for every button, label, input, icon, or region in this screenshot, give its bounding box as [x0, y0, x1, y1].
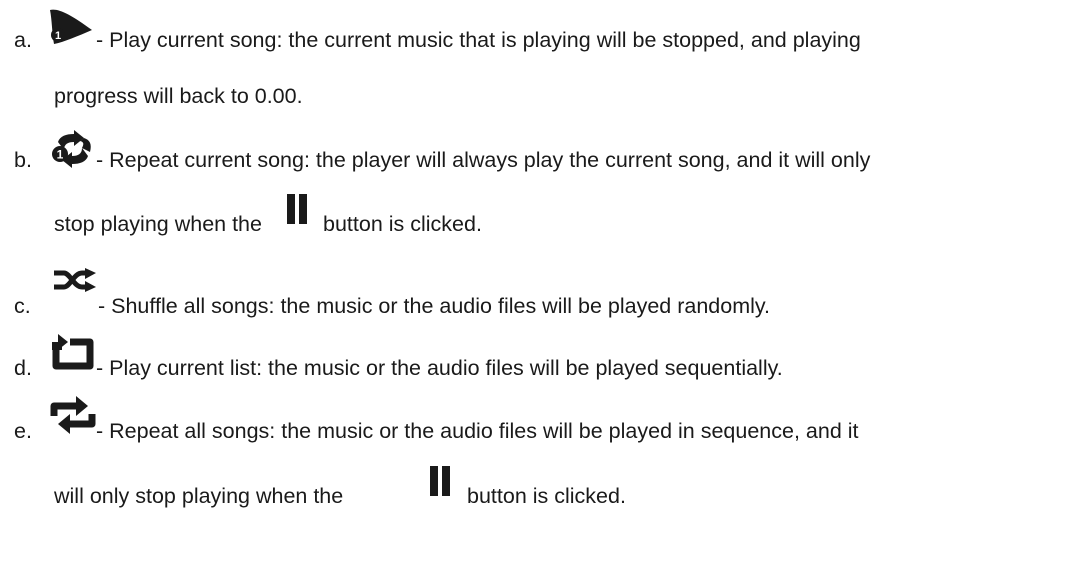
item-e-line2-post: button is clicked.: [467, 484, 626, 508]
shuffle-icon: [54, 268, 96, 292]
item-c-letter: c.: [14, 294, 31, 318]
item-b-line2-post: button is clicked.: [323, 212, 482, 236]
item-e-line2-pre: will only stop playing when the: [54, 484, 344, 508]
item-a-letter: a.: [14, 28, 32, 52]
item-a-line1: - Play current song: the current music t…: [96, 28, 861, 52]
item-b-letter: b.: [14, 148, 32, 172]
item-d-line1: - Play current list: the music or the au…: [96, 356, 783, 380]
item-e-letter: e.: [14, 419, 32, 443]
svg-text:1: 1: [55, 30, 61, 42]
play-list-icon: [52, 334, 94, 370]
repeat-all-icon: [50, 396, 96, 434]
svg-text:1: 1: [57, 148, 64, 162]
pause-icon: [430, 466, 450, 496]
item-b-line2-pre: stop playing when the: [54, 212, 262, 236]
item-c-line1: - Shuffle all songs: the music or the au…: [98, 294, 771, 318]
item-d-letter: d.: [14, 356, 32, 380]
item-a-line2: progress will back to 0.00.: [54, 84, 303, 108]
repeat-one-icon: 1: [52, 130, 91, 168]
item-e-line1: - Repeat all songs: the music or the aud…: [96, 419, 859, 443]
item-b-line1: - Repeat current song: the player will a…: [96, 148, 871, 172]
pause-icon: [287, 194, 307, 224]
play-one-icon: 1: [50, 9, 92, 44]
